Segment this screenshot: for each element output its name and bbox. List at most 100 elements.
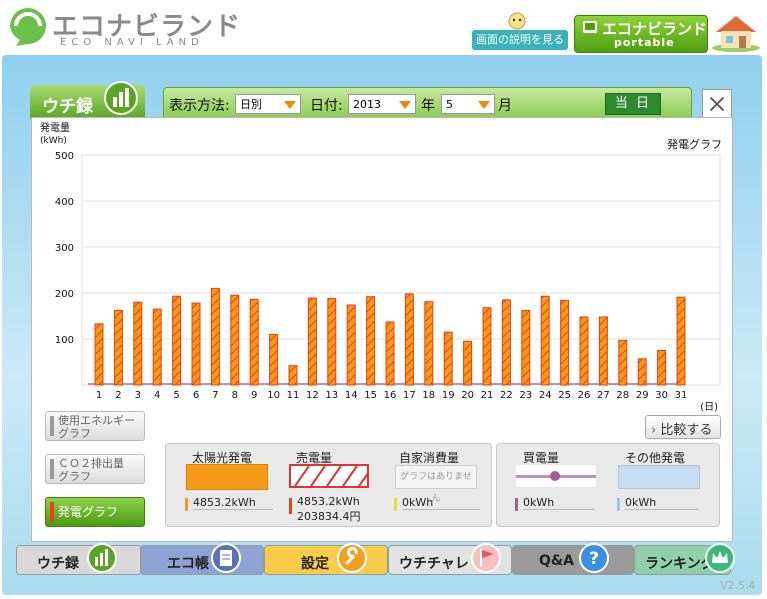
bar-day-7[interactable] — [210, 287, 220, 386]
bar-day-8[interactable] — [230, 294, 240, 386]
power-graph-label: 発電グラフ — [58, 505, 119, 519]
legend-other-title: その他発電 — [625, 451, 686, 465]
legend-self-marker — [394, 498, 397, 511]
nav-settings-label: 設定 — [301, 556, 329, 572]
legend-divider — [523, 509, 595, 510]
x-tick-label: 19 — [442, 390, 455, 401]
x-tick-label: 20 — [461, 390, 474, 401]
chart-y-labels: 500 400 300 200 100 — [55, 151, 74, 346]
bar-day-11[interactable] — [288, 365, 298, 386]
display-method-label: 表示方法: — [169, 98, 230, 114]
x-tick-label: 27 — [597, 390, 610, 401]
display-method-select[interactable]: 日別 — [235, 94, 301, 114]
x-tick-label: 21 — [481, 390, 494, 401]
x-tick-label: 31 — [675, 390, 688, 401]
nav-ecocho[interactable]: エコ帳 — [140, 543, 264, 575]
month-value: 5 — [446, 98, 453, 111]
x-tick-label: 25 — [558, 390, 571, 401]
nav-uchiroku-label: ウチ録 — [37, 556, 79, 572]
bar-day-12[interactable] — [307, 297, 317, 386]
bar-day-31[interactable] — [676, 296, 686, 386]
bar-day-5[interactable] — [172, 295, 182, 386]
x-tick-label: 14 — [345, 390, 358, 401]
legend-other-marker — [617, 498, 620, 511]
bar-day-1[interactable] — [94, 323, 104, 386]
logo-icon — [10, 8, 46, 46]
nav-qa[interactable]: Q&A ? — [512, 543, 634, 575]
x-tick-label: 13 — [325, 390, 338, 401]
legend-solar-marker — [185, 498, 188, 511]
button-marker — [50, 416, 54, 436]
help-button[interactable]: 画面の説明を見る — [472, 30, 568, 50]
bar-day-20[interactable] — [463, 340, 473, 386]
x-tick-label: 8 — [232, 390, 238, 401]
wrench-icon — [337, 543, 367, 573]
power-generation-chart: 1 2 3 4 5 6 7 8 9 10 11 12 13 14 15 16 17 18 19 20 21 22 23 24 2… — [40, 121, 722, 413]
bar-day-21[interactable] — [482, 307, 492, 386]
chart-bars — [94, 287, 686, 386]
x-tick-label: 28 — [616, 390, 629, 401]
close-icon[interactable] — [702, 89, 732, 119]
version-label: V2.5.4 — [720, 579, 756, 592]
bar-day-4[interactable] — [152, 308, 162, 386]
bar-day-13[interactable] — [327, 298, 337, 386]
bar-day-9[interactable] — [249, 298, 259, 386]
legend-bought-dot — [550, 471, 560, 481]
bar-day-22[interactable] — [501, 299, 511, 386]
chevron-down-icon — [399, 101, 411, 109]
guide-character-icon — [508, 12, 526, 30]
nav-uchiroku[interactable]: ウチ録 — [16, 543, 142, 575]
bar-day-10[interactable] — [269, 333, 279, 386]
display-method-value: 日別 — [240, 98, 262, 111]
nav-ranking[interactable]: ランキング — [634, 543, 735, 575]
bottom-nav: ウチ録 エコ帳 設定 ウチチャレ Q&A ? ランキング — [14, 543, 735, 579]
chart-x-labels: 1 2 3 4 5 6 7 8 9 10 11 12 13 14 15 16 17 18 19 20 21 22 23 24 2… — [96, 390, 688, 401]
bar-day-23[interactable] — [521, 309, 531, 386]
bar-day-24[interactable] — [540, 295, 550, 386]
x-tick-label: 22 — [500, 390, 513, 401]
bar-day-27[interactable] — [598, 316, 608, 386]
bar-day-29[interactable] — [637, 358, 647, 386]
bar-day-14[interactable] — [346, 304, 356, 386]
x-tick-label: 30 — [655, 390, 668, 401]
nav-settings[interactable]: 設定 — [264, 543, 388, 575]
legend-divider — [193, 509, 273, 510]
bar-day-6[interactable] — [191, 302, 201, 386]
bar-day-25[interactable] — [560, 299, 570, 386]
bar-day-17[interactable] — [404, 293, 414, 386]
portable-subtitle: portable — [614, 36, 675, 49]
energy-usage-graph-button[interactable]: 使用エネルギー グラフ — [45, 411, 145, 441]
power-graph-button[interactable]: 発電グラフ — [45, 497, 145, 527]
nav-qa-label: Q&A — [539, 553, 574, 569]
chart-yunit: (kWh) — [40, 136, 67, 146]
month-select[interactable]: 5 — [441, 94, 495, 114]
bar-day-2[interactable] — [113, 309, 123, 386]
legend-other-swatch — [618, 465, 700, 489]
bar-day-15[interactable] — [366, 296, 376, 386]
co2-graph-button[interactable]: ＣＯ２排出量 グラフ — [45, 454, 145, 484]
legend-self-title: 自家消費量 — [399, 451, 460, 465]
legend-bought-title: 買電量 — [523, 451, 560, 465]
nav-uchichare[interactable]: ウチチャレ — [388, 543, 512, 575]
bar-day-16[interactable] — [385, 321, 395, 386]
bar-day-30[interactable] — [657, 350, 667, 386]
legend-sold-marker — [289, 498, 292, 514]
bar-day-3[interactable] — [133, 301, 143, 386]
bar-day-18[interactable] — [424, 301, 434, 386]
today-button[interactable]: 当 日 — [605, 93, 661, 115]
legend-divider — [625, 509, 699, 510]
x-tick-label: 26 — [578, 390, 591, 401]
year-select[interactable]: 2013 — [348, 94, 416, 114]
date-label: 日付: — [310, 98, 343, 114]
co2-graph-label: ＣＯ２排出量 グラフ — [58, 457, 124, 483]
x-tick-label: 17 — [403, 390, 416, 401]
flag-icon — [471, 543, 501, 573]
y-tick-label: 100 — [55, 335, 74, 346]
house-icon[interactable] — [710, 12, 762, 52]
bar-day-28[interactable] — [618, 339, 628, 386]
bar-day-19[interactable] — [443, 331, 453, 386]
legend-sold-value: 4853.2kWh — [297, 495, 360, 508]
legend-sold-yen: 203834.4円 — [297, 510, 361, 523]
bar-day-26[interactable] — [579, 316, 589, 386]
notebook-icon — [211, 543, 241, 573]
